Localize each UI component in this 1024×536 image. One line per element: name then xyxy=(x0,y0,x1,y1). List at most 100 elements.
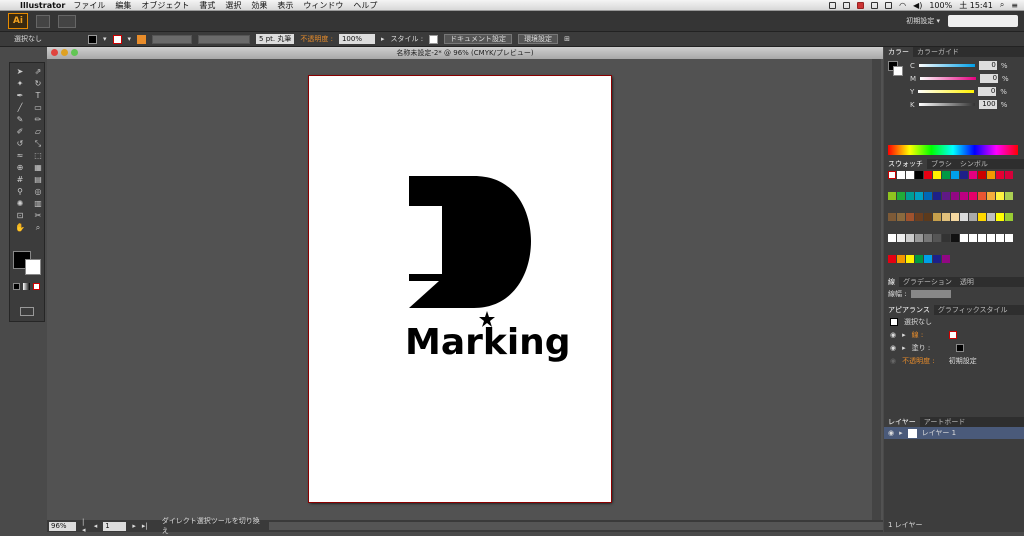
swatch[interactable] xyxy=(933,234,941,242)
arrange-documents-button[interactable] xyxy=(58,14,76,28)
eraser-tool-icon[interactable]: ▱ xyxy=(31,127,45,137)
screen-mode-button[interactable] xyxy=(20,307,34,316)
swatch[interactable] xyxy=(933,171,941,179)
tab-swatches[interactable]: スウォッチ xyxy=(884,159,927,169)
swatch[interactable] xyxy=(996,234,1004,242)
next-page-icon[interactable]: ▸ xyxy=(132,522,136,530)
swatch[interactable] xyxy=(987,192,995,200)
swatch[interactable] xyxy=(942,234,950,242)
stroke-swatch[interactable] xyxy=(112,34,122,44)
yellow-slider[interactable] xyxy=(918,90,975,93)
stroke-weight-input[interactable] xyxy=(152,34,193,44)
fill-label[interactable]: 塗り : xyxy=(912,343,931,353)
swatch[interactable] xyxy=(987,234,995,242)
swatch[interactable] xyxy=(906,213,914,221)
magenta-slider[interactable] xyxy=(920,77,977,80)
swatch[interactable] xyxy=(933,192,941,200)
wifi-icon[interactable]: ◠ xyxy=(899,1,906,10)
chevron-down-icon[interactable]: ▾ xyxy=(128,35,132,43)
yellow-input[interactable]: 0 xyxy=(978,87,997,96)
clock[interactable]: 土 15:41 xyxy=(959,0,993,11)
swatch[interactable] xyxy=(915,234,923,242)
zoom-select[interactable]: 96% xyxy=(49,521,77,531)
eye-icon[interactable]: ◉ xyxy=(890,344,896,352)
swatch[interactable] xyxy=(978,192,986,200)
swatch[interactable] xyxy=(996,171,1004,179)
list-icon[interactable]: ≡ xyxy=(1011,1,1018,10)
chevron-right-icon[interactable]: ▸ xyxy=(899,429,903,437)
swatch[interactable] xyxy=(906,171,914,179)
cyan-slider[interactable] xyxy=(918,64,975,67)
appearance-stroke-row[interactable]: ◉ ▸ 線 : xyxy=(884,328,1024,341)
status-icon[interactable] xyxy=(871,1,879,9)
swatch[interactable] xyxy=(897,213,905,221)
spotlight-icon[interactable]: ⌕ xyxy=(1000,0,1004,10)
variable-width-select[interactable] xyxy=(198,34,251,44)
swatch[interactable] xyxy=(942,192,950,200)
close-window-button[interactable] xyxy=(51,49,58,56)
status-icon[interactable] xyxy=(885,1,893,9)
swatch[interactable] xyxy=(960,171,968,179)
tab-color[interactable]: カラー xyxy=(884,47,913,57)
menu-window[interactable]: ウィンドウ xyxy=(303,0,343,11)
direct-selection-tool-icon[interactable]: ⇗ xyxy=(31,67,45,77)
swatch[interactable] xyxy=(915,192,923,200)
swatch[interactable] xyxy=(915,255,923,263)
column-graph-tool-icon[interactable]: ▥ xyxy=(31,199,45,209)
menu-file[interactable]: ファイル xyxy=(73,0,105,11)
line-tool-icon[interactable]: ╱ xyxy=(13,103,27,113)
bridge-button[interactable] xyxy=(36,14,50,28)
stroke-weight-input[interactable] xyxy=(910,290,951,298)
layer-name[interactable]: レイヤー 1 xyxy=(922,428,956,438)
swatch[interactable] xyxy=(906,192,914,200)
shape-builder-tool-icon[interactable]: ⊕ xyxy=(13,163,27,173)
status-message[interactable]: ダイレクト選択ツールを切り換え xyxy=(162,516,263,536)
menu-view[interactable]: 表示 xyxy=(277,0,293,11)
artboard-tool-icon[interactable]: ⊡ xyxy=(13,211,27,221)
perspective-grid-tool-icon[interactable]: ▦ xyxy=(31,163,45,173)
swatch[interactable] xyxy=(942,213,950,221)
swatch[interactable] xyxy=(924,234,932,242)
chevron-right-icon[interactable]: ▸ xyxy=(381,35,385,43)
swatch[interactable] xyxy=(924,255,932,263)
swatch[interactable] xyxy=(978,213,986,221)
magenta-input[interactable]: 0 xyxy=(980,74,999,83)
rectangle-tool-icon[interactable]: ▭ xyxy=(31,103,45,113)
preferences-button[interactable]: 環境設定 xyxy=(518,34,559,44)
black-slider[interactable] xyxy=(918,103,975,106)
swatch[interactable] xyxy=(897,192,905,200)
swatch[interactable] xyxy=(978,171,986,179)
pen-tool-icon[interactable]: ✒ xyxy=(13,91,27,101)
symbol-sprayer-tool-icon[interactable]: ✺ xyxy=(13,199,27,209)
status-icon[interactable] xyxy=(857,1,865,9)
menu-edit[interactable]: 編集 xyxy=(115,0,131,11)
swatch-none[interactable] xyxy=(888,171,896,179)
pencil-tool-icon[interactable]: ✏ xyxy=(31,115,45,125)
swatch[interactable] xyxy=(888,192,896,200)
eye-icon[interactable]: ◉ xyxy=(890,331,896,339)
arrange-icon[interactable]: ⊞ xyxy=(564,35,570,43)
swatch[interactable] xyxy=(960,213,968,221)
color-icon[interactable] xyxy=(13,283,20,290)
tab-layers[interactable]: レイヤー xyxy=(884,417,920,427)
vertical-scrollbar[interactable] xyxy=(872,59,881,520)
cyan-input[interactable]: 0 xyxy=(978,61,997,70)
minimize-window-button[interactable] xyxy=(61,49,68,56)
zoom-tool-icon[interactable]: ⌕ xyxy=(31,223,45,233)
last-page-icon[interactable]: ▸| xyxy=(142,522,148,530)
swatch[interactable] xyxy=(951,213,959,221)
appearance-opacity-row[interactable]: ◉ 不透明度 : 初期設定 xyxy=(884,354,1024,367)
swatch[interactable] xyxy=(1005,234,1013,242)
mesh-tool-icon[interactable]: # xyxy=(13,175,27,185)
swatch[interactable] xyxy=(924,171,932,179)
horizontal-scrollbar[interactable] xyxy=(268,522,883,530)
fill-swatch[interactable] xyxy=(88,34,97,44)
swatch[interactable] xyxy=(960,192,968,200)
document-setup-button[interactable]: ドキュメント設定 xyxy=(444,34,513,44)
artboard[interactable]: Marking xyxy=(309,76,611,502)
status-icon[interactable] xyxy=(829,1,837,9)
brush-select[interactable]: 5 pt. 丸筆 xyxy=(256,34,295,44)
swatch[interactable] xyxy=(987,213,995,221)
swatch[interactable] xyxy=(969,192,977,200)
menu-type[interactable]: 書式 xyxy=(199,0,215,11)
